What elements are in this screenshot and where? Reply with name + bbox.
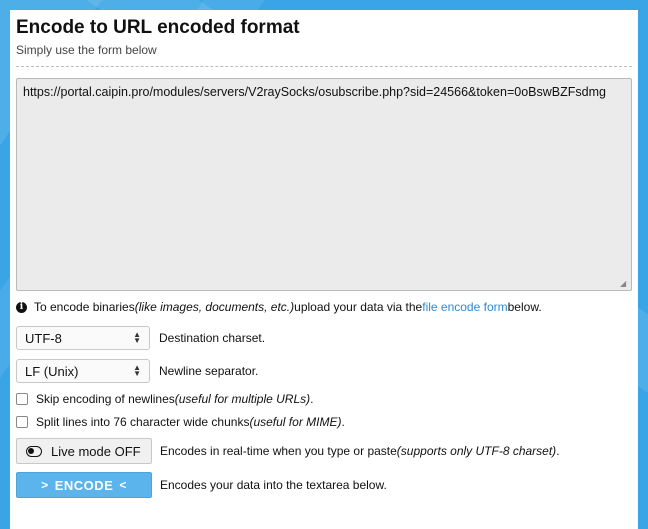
toggle-icon — [26, 445, 42, 457]
divider — [16, 66, 632, 67]
chevron-right-icon: > — [41, 478, 49, 492]
page-title: Encode to URL encoded format — [16, 17, 300, 38]
select-arrows-icon: ▲ ▼ — [133, 363, 141, 378]
info-text-italic: (like images, documents, etc.) — [134, 300, 295, 314]
encode-button-label: ENCODE — [54, 477, 114, 493]
encode-button[interactable]: > ENCODE < — [16, 472, 152, 498]
encode-desc: Encodes your data into the textarea belo… — [160, 478, 387, 492]
info-text-middle: upload your data via the — [294, 300, 423, 314]
live-mode-end: . — [556, 444, 560, 458]
resize-grip-icon[interactable]: ◢ — [620, 280, 628, 288]
file-encode-form-link[interactable]: file encode form — [422, 300, 507, 314]
live-mode-button[interactable]: Live mode OFF — [16, 438, 152, 464]
newline-row: LF (Unix) ▲ ▼ Newline separator. — [16, 359, 258, 383]
info-line: i To encode binaries (like images, docum… — [16, 300, 542, 314]
newline-label: Newline separator. — [159, 364, 259, 378]
split-lines-hint: (useful for MIME) — [249, 415, 342, 429]
info-text-prefix: To encode binaries — [34, 300, 135, 314]
input-textarea[interactable]: https://portal.caipin.pro/modules/server… — [16, 78, 632, 291]
charset-select-value: UTF-8 — [25, 330, 62, 346]
live-mode-row: Live mode OFF Encodes in real-time when … — [16, 438, 560, 464]
live-mode-label: Live mode OFF — [51, 443, 141, 459]
charset-label: Destination charset. — [159, 331, 266, 345]
info-text-suffix: below. — [507, 300, 542, 314]
info-icon: i — [16, 301, 27, 313]
select-arrows-icon: ▲ ▼ — [133, 330, 141, 345]
skip-newlines-hint: (useful for multiple URLs) — [174, 392, 311, 406]
split-lines-row: Split lines into 76 character wide chunk… — [16, 415, 345, 429]
page-subtitle: Simply use the form below — [16, 43, 157, 57]
split-lines-label: Split lines into 76 character wide chunk… — [36, 415, 250, 429]
charset-row: UTF-8 ▲ ▼ Destination charset. — [16, 326, 265, 350]
newline-select-value: LF (Unix) — [25, 363, 79, 379]
split-lines-checkbox[interactable] — [16, 416, 28, 428]
split-lines-end: . — [341, 415, 345, 429]
newline-select[interactable]: LF (Unix) ▲ ▼ — [16, 359, 150, 383]
skip-newlines-end: . — [310, 392, 314, 406]
encoder-card: Encode to URL encoded format Simply use … — [10, 10, 638, 529]
skip-newlines-checkbox[interactable] — [16, 393, 28, 405]
chevron-left-icon: < — [119, 478, 127, 492]
encode-row: > ENCODE < Encodes your data into the te… — [16, 472, 387, 498]
live-mode-desc: Encodes in real-time when you type or pa… — [160, 444, 397, 458]
live-mode-hint: (supports only UTF-8 charset) — [396, 444, 557, 458]
skip-newlines-row: Skip encoding of newlines (useful for mu… — [16, 392, 313, 406]
skip-newlines-label: Skip encoding of newlines — [36, 392, 175, 406]
charset-select[interactable]: UTF-8 ▲ ▼ — [16, 326, 150, 350]
